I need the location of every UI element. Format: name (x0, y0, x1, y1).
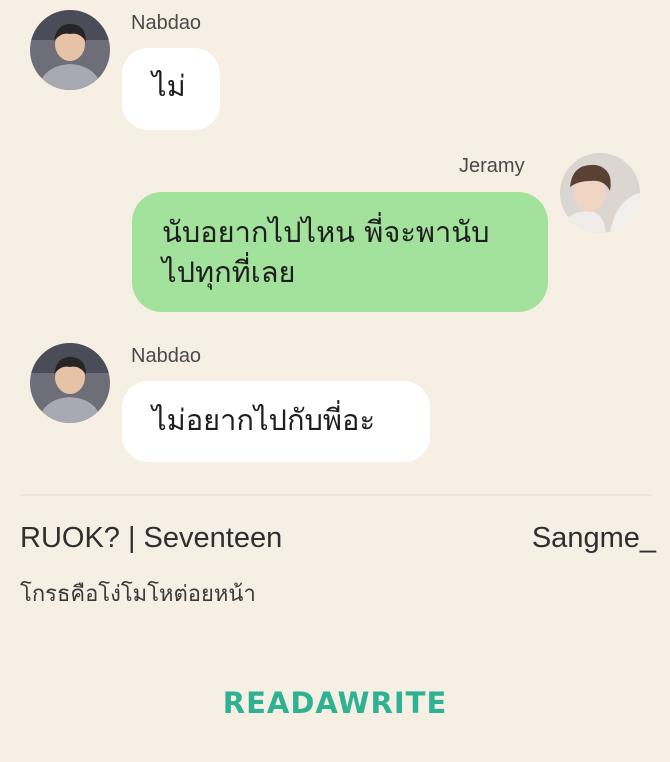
author-name[interactable]: Sangme_ (532, 522, 656, 555)
message-text-line: นับอยากไปไหน พี่จะพานับ (162, 215, 490, 249)
story-title[interactable]: RUOK? | Seventeen (20, 522, 282, 555)
message-text-line: ไปทุกที่เลย (162, 255, 296, 289)
message-bubble-incoming[interactable]: ไม่อยากไปกับพี่อะ (122, 381, 430, 462)
message-text: ไม่อยากไปกับพี่อะ (152, 403, 376, 437)
sender-name: Nabdao (131, 345, 202, 367)
message-text: ไม่ (152, 69, 186, 103)
message-bubble-outgoing[interactable]: นับอยากไปไหน พี่จะพานับ ไปทุกที่เลย (132, 192, 548, 312)
profile-photo-icon (30, 10, 110, 90)
avatar-nabdao[interactable] (30, 10, 110, 90)
profile-photo-icon (30, 343, 110, 423)
avatar-jeramy[interactable] (560, 153, 640, 233)
sender-name: Nabdao (131, 12, 202, 34)
readawrite-logo[interactable]: READAWRITE (0, 686, 670, 720)
chapter-title: โกรธคือโง่โมโหต่อยหน้า (20, 582, 256, 607)
avatar-nabdao[interactable] (30, 343, 110, 423)
profile-photo-icon (560, 153, 640, 233)
message-bubble-incoming[interactable]: ไม่ (122, 48, 220, 130)
sender-name: Jeramy (459, 155, 525, 177)
divider (20, 494, 652, 496)
